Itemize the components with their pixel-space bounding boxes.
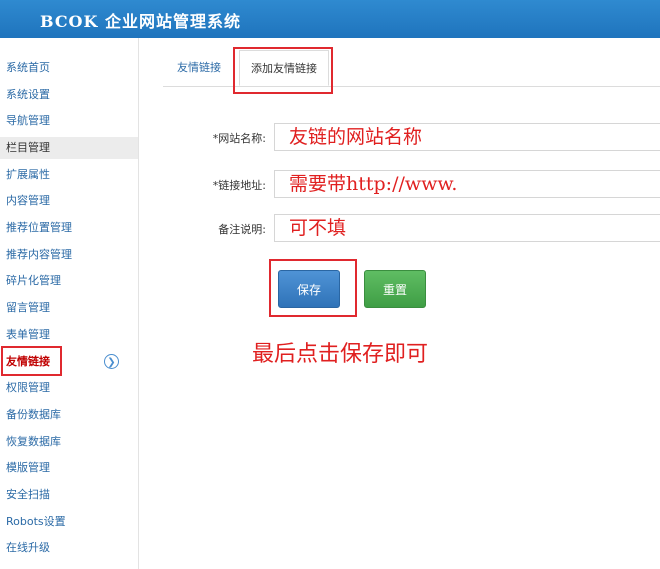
sidebar-item-system-settings[interactable]: 系统设置 [0, 84, 138, 106]
sidebar-item-home[interactable]: 系统首页 [0, 57, 138, 79]
site-name-input[interactable]: 友链的网站名称 [274, 123, 660, 151]
sidebar-item-templates[interactable]: 模版管理 [0, 457, 138, 479]
sidebar-item-columns[interactable]: 栏目管理 [0, 137, 138, 159]
sidebar: 系统首页 系统设置 导航管理 栏目管理 扩展属性 内容管理 推荐位置管理 推荐内… [0, 38, 139, 569]
sidebar-item-content[interactable]: 内容管理 [0, 190, 138, 212]
highlight-box-save [269, 259, 357, 317]
highlight-box-tab [233, 47, 333, 94]
note-label: 备注说明: [218, 223, 266, 236]
sidebar-item-fragments[interactable]: 碎片化管理 [0, 270, 138, 292]
highlight-box-sidebar [1, 346, 62, 376]
sidebar-item-navigation[interactable]: 导航管理 [0, 110, 138, 132]
app-title: BCOK 企业网站管理系统 [40, 12, 241, 31]
sidebar-item-security-scan[interactable]: 安全扫描 [0, 484, 138, 506]
sidebar-item-backup-db[interactable]: 备份数据库 [0, 404, 138, 426]
sidebar-item-robots[interactable]: Robots设置 [0, 511, 138, 533]
link-url-input[interactable]: 需要带http://www. [274, 170, 660, 198]
sidebar-item-messages[interactable]: 留言管理 [0, 297, 138, 319]
sidebar-item-recommend-position[interactable]: 推荐位置管理 [0, 217, 138, 239]
reset-button[interactable]: 重置 [364, 270, 426, 308]
sidebar-item-permissions[interactable]: 权限管理 [0, 377, 138, 399]
link-url-label: *链接地址: [212, 179, 266, 192]
tab-friend-links[interactable]: 友情链接 [177, 50, 235, 86]
header-bar: BCOK 企业网站管理系统 [0, 0, 660, 38]
sidebar-item-extended-attrs[interactable]: 扩展属性 [0, 164, 138, 186]
sidebar-item-online-upgrade[interactable]: 在线升级 [0, 537, 138, 559]
chevron-right-circle-icon[interactable]: ❯ [104, 354, 119, 369]
site-name-label: *网站名称: [212, 132, 266, 145]
note-input[interactable]: 可不填 [274, 214, 660, 242]
sidebar-item-forms[interactable]: 表单管理 [0, 324, 138, 346]
sidebar-item-restore-db[interactable]: 恢复数据库 [0, 431, 138, 453]
sidebar-item-recommend-content[interactable]: 推荐内容管理 [0, 244, 138, 266]
instruction-annotation: 最后点击保存即可 [252, 342, 429, 367]
